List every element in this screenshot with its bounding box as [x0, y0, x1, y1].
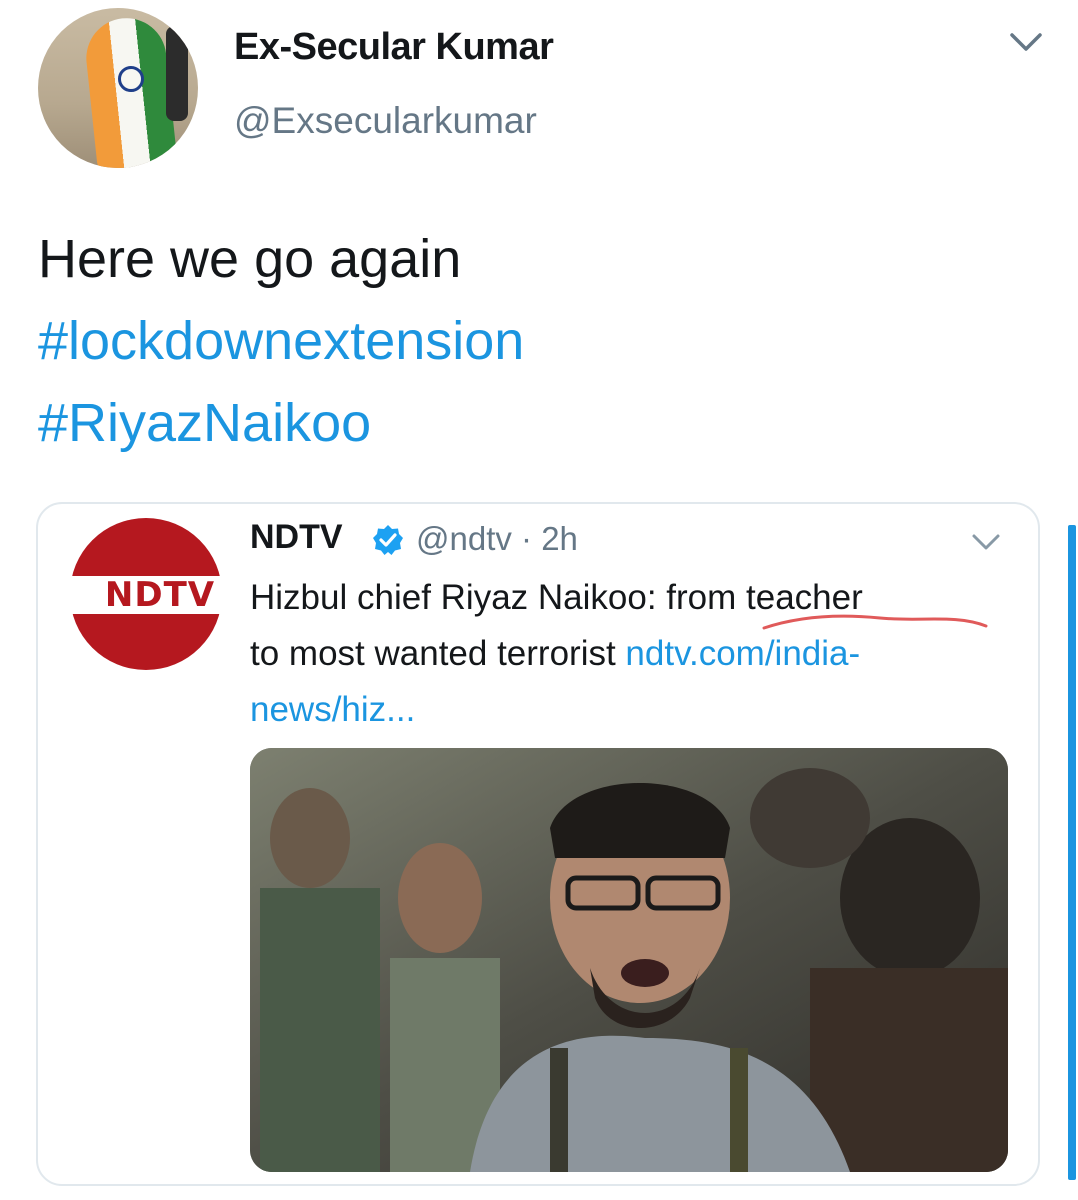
quoted-display-name[interactable]: NDTV — [250, 518, 343, 557]
author-handle[interactable]: @Exsecularkumar — [234, 100, 537, 142]
person-figure — [166, 26, 188, 121]
chevron-down-icon[interactable] — [970, 532, 1002, 552]
tweet-text: Here we go again #lockdownextension #Riy… — [38, 218, 524, 464]
hashtag-link[interactable]: #RiyazNaikoo — [38, 382, 524, 464]
author-avatar[interactable] — [38, 8, 198, 168]
news-photo-crowd — [250, 748, 1008, 1172]
author-display-name[interactable]: Ex-Secular Kumar — [234, 26, 554, 69]
red-underline-annotation — [762, 614, 988, 630]
news-photo[interactable] — [250, 748, 1008, 1172]
verified-badge-icon — [373, 525, 403, 555]
quoted-text-prefix: to most wanted terrorist — [250, 634, 626, 673]
chevron-down-icon[interactable] — [1008, 30, 1044, 54]
quoted-handle-time[interactable]: @ndtv · 2h — [416, 520, 578, 558]
article-link[interactable]: ndtv.com/india- — [625, 634, 860, 673]
ndtv-avatar[interactable]: NDTV — [70, 518, 250, 670]
tweet-text-line: Here we go again — [38, 229, 462, 289]
scrollbar[interactable] — [1068, 525, 1076, 1180]
chakra-icon — [118, 66, 144, 92]
quoted-tweet-card[interactable]: NDTV NDTV @ndtv · 2h Hizbul chief Riyaz … — [36, 502, 1040, 1186]
quoted-text-line: to most wanted terrorist ndtv.com/india- — [250, 626, 1010, 682]
quoted-tweet-text: Hizbul chief Riyaz Naikoo: from teacher … — [250, 570, 1010, 738]
ndtv-logo-text: NDTV — [70, 576, 250, 614]
hashtag-link[interactable]: #lockdownextension — [38, 300, 524, 382]
article-link[interactable]: news/hiz... — [250, 682, 1010, 738]
